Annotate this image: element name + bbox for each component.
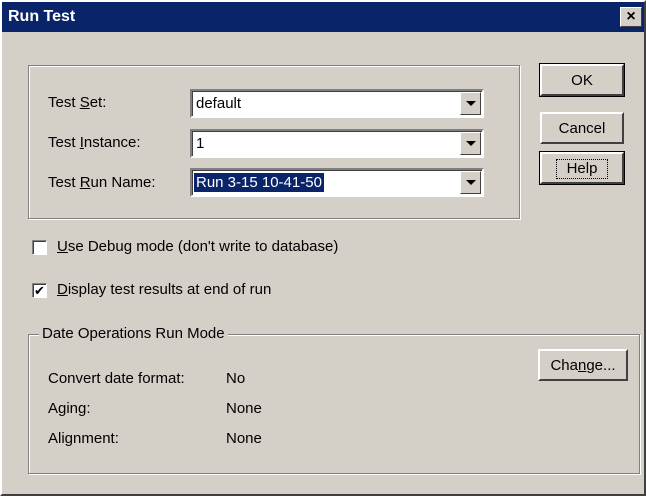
checkmark-icon: ✔: [34, 283, 45, 298]
help-button[interactable]: Help: [539, 151, 625, 185]
alignment-value: None: [226, 430, 262, 447]
test-run-name-combobox[interactable]: Run 3-15 10-41-50: [190, 168, 484, 197]
chevron-down-icon[interactable]: [460, 92, 481, 115]
chevron-down-icon[interactable]: [460, 132, 481, 155]
convert-date-format-value: No: [226, 370, 246, 387]
test-instance-select[interactable]: 1: [190, 129, 484, 158]
test-instance-label: Test Instance:: [48, 134, 141, 151]
debug-mode-checkbox[interactable]: [32, 240, 47, 255]
test-instance-value: 1: [196, 135, 205, 152]
display-results-checkbox[interactable]: ✔: [32, 283, 47, 298]
debug-mode-label[interactable]: Use Debug mode (don't write to database): [57, 238, 338, 256]
test-set-value: default: [196, 95, 242, 112]
chevron-down-icon[interactable]: [460, 171, 481, 194]
alignment-label: Alignment:: [48, 430, 119, 447]
title-bar[interactable]: Run Test ×: [2, 2, 644, 32]
cancel-button[interactable]: Cancel: [540, 112, 624, 144]
run-test-dialog: Run Test × Test Set: default Test Instan…: [0, 0, 646, 496]
close-button[interactable]: ×: [620, 7, 642, 27]
display-results-label[interactable]: Display test results at end of run: [57, 281, 271, 299]
convert-date-format-label: Convert date format:: [48, 370, 185, 387]
aging-value: None: [226, 400, 262, 417]
dialog-title: Run Test: [8, 8, 76, 25]
help-button-label: Help: [555, 159, 609, 179]
test-set-label: Test Set:: [48, 94, 107, 111]
test-set-select[interactable]: default: [190, 89, 484, 118]
aging-label: Aging:: [48, 400, 91, 417]
date-operations-legend: Date Operations Run Mode: [39, 325, 228, 343]
close-icon: ×: [626, 8, 636, 25]
test-run-name-value[interactable]: Run 3-15 10-41-50: [194, 173, 324, 192]
change-button[interactable]: Change...: [538, 349, 628, 381]
test-run-name-label: Test Run Name:: [48, 174, 156, 191]
ok-button[interactable]: OK: [539, 63, 625, 97]
